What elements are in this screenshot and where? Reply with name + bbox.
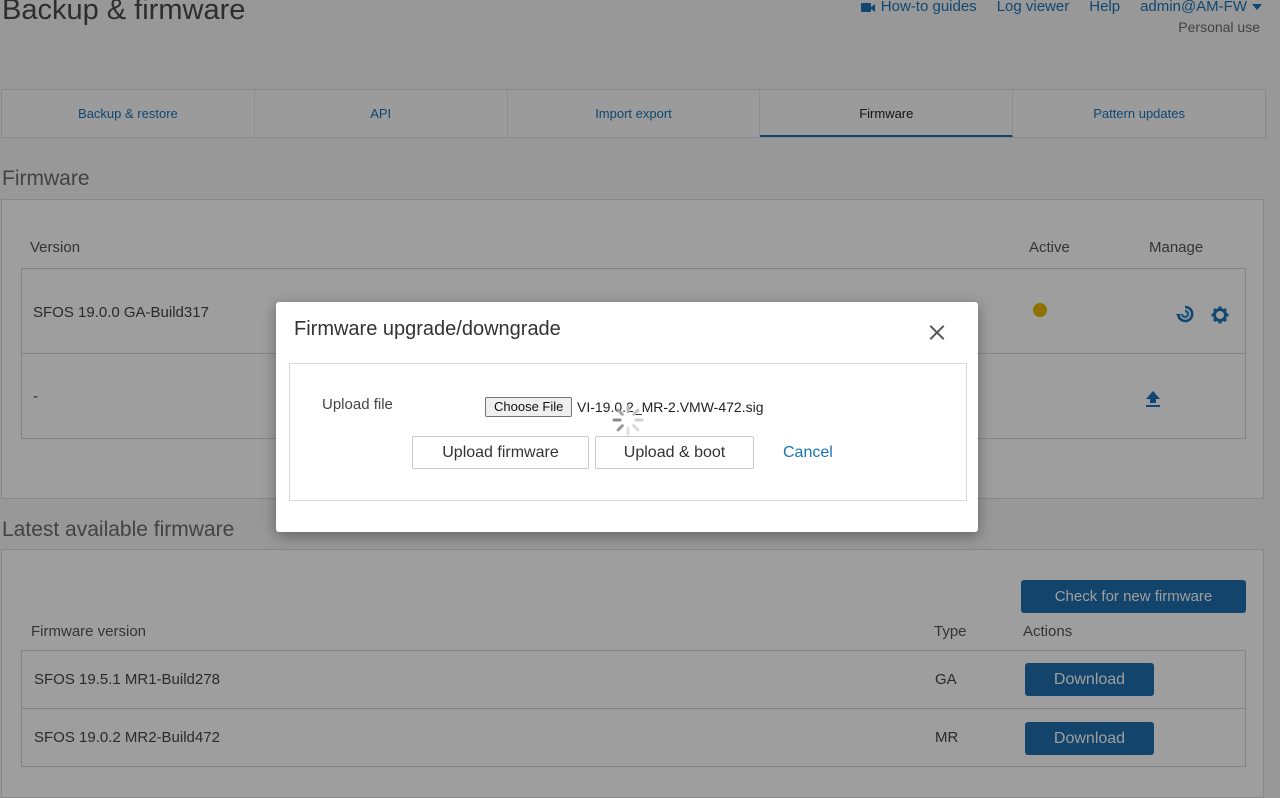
loading-spinner-icon <box>612 404 644 436</box>
choose-file-button[interactable]: Choose File <box>485 397 573 417</box>
selected-file-name: VI-19.0.2_MR-2.VMW-472.sig <box>577 399 764 415</box>
upload-firmware-button[interactable]: Upload firmware <box>412 436 589 469</box>
firmware-upload-dialog: Firmware upgrade/downgrade Upload file C… <box>276 302 978 532</box>
close-icon[interactable] <box>926 322 948 344</box>
cancel-link[interactable]: Cancel <box>783 444 833 462</box>
upload-and-boot-button[interactable]: Upload & boot <box>595 436 754 469</box>
upload-file-label: Upload file <box>322 396 393 413</box>
dialog-title: Firmware upgrade/downgrade <box>294 318 561 340</box>
dialog-body: Upload file Choose File VI-19.0.2_MR-2.V… <box>289 363 967 501</box>
